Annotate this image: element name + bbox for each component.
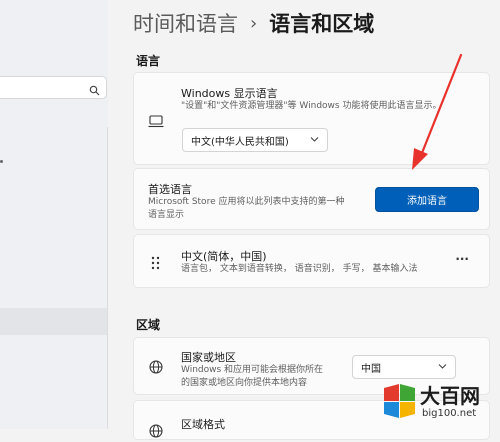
watermark-url: big100.net (422, 408, 477, 419)
watermark-logo-icon (384, 384, 415, 418)
watermark: 大百网 big100.net (378, 378, 496, 426)
watermark-title: 大百网 (420, 384, 480, 408)
annotation-arrow (412, 53, 463, 170)
